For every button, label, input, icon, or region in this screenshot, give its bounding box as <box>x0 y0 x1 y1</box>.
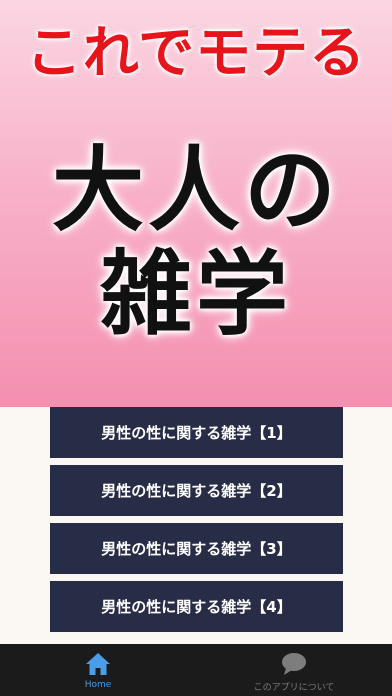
tab-about[interactable]: このアプリについて <box>196 644 392 696</box>
tab-about-label: このアプリについて <box>253 683 335 693</box>
hero-title-line-1: 大人の <box>51 136 340 244</box>
topic-list-item[interactable]: 男性の性に関する雑学【4】 <box>50 581 343 632</box>
topic-list-item[interactable]: 男性の性に関する雑学【3】 <box>50 523 343 574</box>
topic-list-item-label: 男性の性に関する雑学【3】 <box>101 540 292 558</box>
hero-tagline: これでモテる <box>25 21 367 86</box>
topic-list-item-label: 男性の性に関する雑学【1】 <box>101 424 292 442</box>
tab-home-label: Home <box>84 680 112 690</box>
topic-list: 男性の性に関する雑学【1】 男性の性に関する雑学【2】 男性の性に関する雑学【3… <box>50 407 343 644</box>
topic-list-item-label: 男性の性に関する雑学【2】 <box>101 482 292 500</box>
speech-bubble-icon <box>282 653 306 675</box>
hero-title-line-2: 雑学 <box>99 240 292 348</box>
topic-list-item[interactable]: 男性の性に関する雑学【2】 <box>50 465 343 516</box>
topic-list-item-label: 男性の性に関する雑学【4】 <box>101 598 292 616</box>
home-icon <box>86 653 110 675</box>
tab-home[interactable]: Home <box>0 644 196 696</box>
bottom-tab-bar: Home このアプリについて <box>0 644 392 696</box>
topic-list-item[interactable]: 男性の性に関する雑学【1】 <box>50 407 343 458</box>
hero-banner: これでモテる 大人の 雑学 <box>0 0 392 407</box>
